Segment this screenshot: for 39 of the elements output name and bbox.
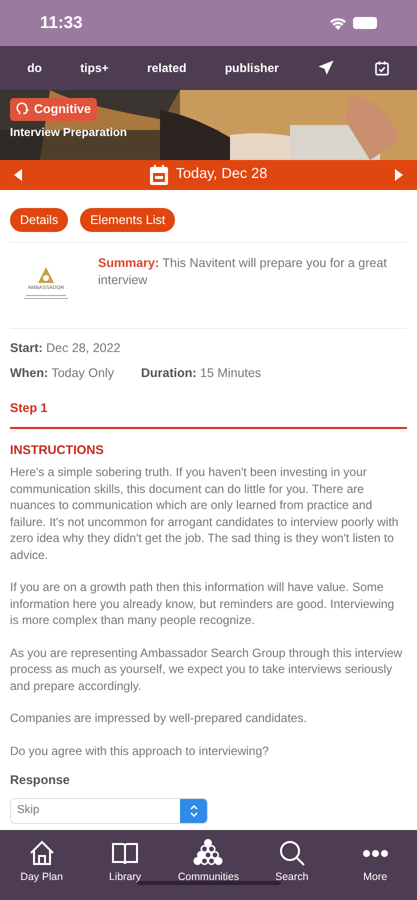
tab-bar-item[interactable]: Library [90, 838, 160, 886]
tab-bar-item[interactable]: Day Plan [6, 838, 77, 886]
start-date: Start: Dec 28, 2022 [10, 340, 122, 357]
chevrons-icon [180, 798, 207, 823]
status-time: 11:33 [40, 12, 83, 34]
response-label: Response [10, 772, 71, 789]
response-select[interactable]: Skip [10, 798, 208, 824]
activity-title: Interview Preparation [10, 126, 127, 141]
section-button[interactable]: Elements List [80, 208, 176, 232]
calendar-check-icon[interactable] [374, 59, 390, 77]
step-title: Step 1 [10, 400, 49, 417]
nav-tab[interactable]: publisher [224, 59, 279, 77]
instruction-paragraph: If you are on a growth path then this information will have value. Some information here you already know, but reminders are good. Interviewing is more complex than many people recognize. [10, 579, 396, 628]
section-button[interactable]: Details [10, 208, 68, 232]
wifi-icon [329, 16, 347, 30]
nav-tab[interactable]: do [27, 59, 42, 77]
instruction-paragraph: Here's a simple sobering truth. If you haven't been investing in your communication skills, this document can do little for you. There are nuances to communication which are only learned from practice and failure. It's not uncommon for arrogant candidates to interview poorly with zero idea why they didn't get the job. The sad thing is they won't listen to advice. [10, 464, 400, 563]
date-label: Today, Dec 28 [176, 165, 268, 184]
nav-tab[interactable]: related [147, 59, 186, 77]
battery-icon [353, 17, 377, 29]
calendar-icon [150, 165, 168, 185]
category-badge: Cognitive [10, 98, 97, 121]
nav-tab[interactable]: tips+ [80, 59, 109, 77]
summary-text: Summary: This Navitent will prepare you for a great interview [97, 255, 388, 289]
tab-bar-item[interactable]: Communities [173, 838, 244, 886]
duration-text: Duration: 15 Minutes [140, 364, 262, 382]
instruction-paragraph: Companies are impressed by well-prepared candidates. [10, 710, 308, 726]
instructions-heading: INSTRUCTIONS [10, 442, 105, 460]
instruction-paragraph: As you are representing Ambassador Search Group through this interview process as much as yourself, we expect you to take interviews seriously and prepare accordingly. [10, 644, 403, 694]
tab-bar-item[interactable]: More [340, 838, 410, 886]
circles-pyramid-icon [193, 838, 224, 868]
when-text: When: Today Only [10, 364, 114, 382]
tab-bar-item[interactable]: Search [256, 838, 327, 886]
head-icon [16, 102, 30, 116]
instruction-paragraph: Do you agree with this approach to interviewing? [10, 742, 270, 759]
next-icon[interactable] [395, 169, 403, 181]
more-icon [362, 850, 388, 856]
send-icon[interactable] [317, 59, 336, 77]
previous-icon[interactable] [14, 169, 22, 181]
